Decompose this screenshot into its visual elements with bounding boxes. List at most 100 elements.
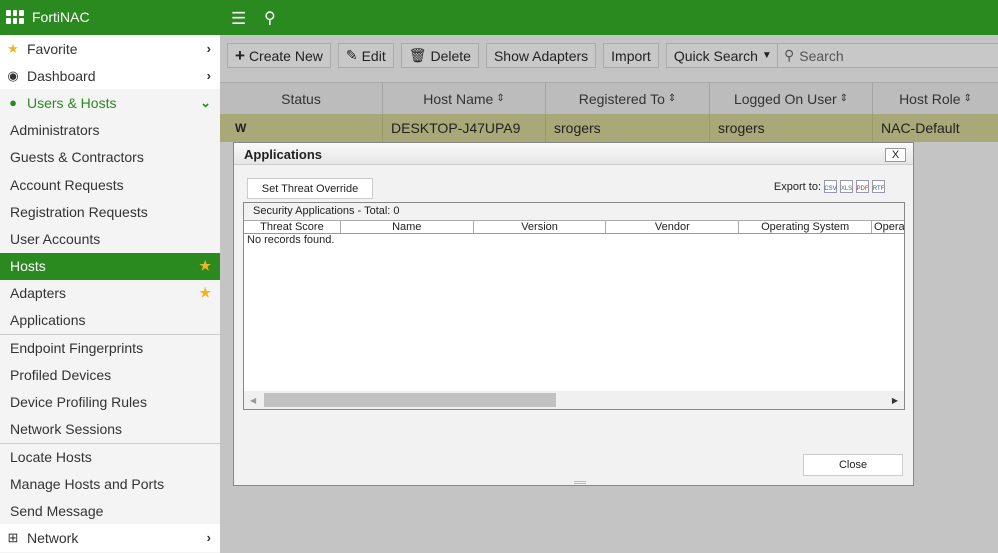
sidebar-item-label: Users & Hosts bbox=[27, 94, 117, 111]
top-bar: FortiNAC ☰ ⚲ bbox=[0, 0, 998, 35]
sidebar-item-network-sessions[interactable]: Network Sessions bbox=[0, 416, 220, 443]
column-vendor[interactable]: Vendor bbox=[606, 221, 740, 233]
cell-status: W bbox=[220, 114, 383, 142]
network-icon: ⊞ bbox=[7, 529, 19, 545]
export-bar: Export to: CSV XLS PDF RTF bbox=[774, 180, 885, 193]
column-operating-system[interactable]: Operating System bbox=[739, 221, 873, 233]
search-placeholder: Search bbox=[799, 47, 844, 64]
scroll-left-icon[interactable]: ◀ bbox=[250, 396, 256, 405]
sidebar-item-favorite[interactable]: ★ Favorite › bbox=[0, 35, 220, 63]
column-label: Registered To bbox=[578, 90, 665, 107]
search-icon[interactable]: ⚲ bbox=[264, 8, 276, 28]
create-new-button[interactable]: + Create New bbox=[227, 43, 331, 68]
sidebar-item-network[interactable]: ⊞ Network › bbox=[0, 524, 220, 552]
column-label: Host Role bbox=[899, 90, 961, 107]
star-icon: ★ bbox=[7, 40, 19, 56]
sidebar-item-users-hosts[interactable]: ● Users & Hosts ⌄ bbox=[0, 89, 220, 116]
sidebar-item-applications[interactable]: Applications bbox=[0, 307, 220, 334]
sidebar-item-profiled-devices[interactable]: Profiled Devices bbox=[0, 361, 220, 388]
toolbar: + Create New ✎ Edit 🗑 Delete Show Adapters … bbox=[227, 43, 780, 68]
pdf-export-icon[interactable]: PDF bbox=[856, 180, 869, 193]
user-icon: ● bbox=[9, 95, 17, 111]
button-label: Show Adapters bbox=[493, 47, 589, 64]
sidebar-item-label: Device Profiling Rules bbox=[10, 394, 147, 411]
import-button[interactable]: Import bbox=[603, 43, 659, 68]
sidebar-item-label: Adapters bbox=[10, 285, 67, 302]
export-label: Export to: bbox=[773, 180, 821, 193]
search-input[interactable]: ⚲ Search bbox=[777, 43, 998, 68]
sort-icon: ⇕ bbox=[839, 93, 849, 104]
sidebar-item-adapters[interactable]: Adapters ★ bbox=[0, 280, 220, 307]
sidebar-item-label: Applications bbox=[10, 312, 86, 329]
sidebar-item-account-requests[interactable]: Account Requests bbox=[0, 171, 220, 198]
sidebar-item-registration-requests[interactable]: Registration Requests bbox=[0, 198, 220, 225]
column-label: Logged On User bbox=[733, 90, 837, 107]
column-status[interactable]: Status bbox=[220, 83, 383, 114]
sidebar-item-send-message[interactable]: Send Message bbox=[0, 497, 220, 524]
sidebar-item-label: Network Sessions bbox=[10, 421, 123, 438]
quick-search-dropdown[interactable]: Quick Search ▼ bbox=[665, 43, 780, 68]
sidebar-item-locate-hosts[interactable]: Locate Hosts bbox=[0, 442, 220, 470]
star-icon[interactable]: ★ bbox=[199, 258, 211, 274]
column-registered-to[interactable]: Registered To ⇕ bbox=[546, 83, 710, 114]
table-row[interactable]: W DESKTOP-J47UPA9 srogers srogers NAC-De… bbox=[220, 114, 998, 142]
sidebar-item-endpoint-fingerprints[interactable]: Endpoint Fingerprints bbox=[0, 334, 220, 361]
dashboard-gauge-icon: ◉ bbox=[7, 67, 19, 83]
column-logged-on-user[interactable]: Logged On User ⇕ bbox=[710, 83, 873, 114]
show-adapters-button[interactable]: Show Adapters bbox=[485, 43, 597, 68]
sidebar-item-administrators[interactable]: Administrators bbox=[0, 117, 220, 144]
sidebar-item-label: Network bbox=[27, 529, 79, 546]
horizontal-scrollbar[interactable]: ◀ ▶ bbox=[244, 391, 904, 409]
sidebar-item-hosts[interactable]: Hosts ★ bbox=[0, 252, 220, 280]
cell-registered-to: srogers bbox=[546, 114, 710, 142]
plus-icon: + bbox=[235, 45, 245, 65]
sidebar-item-label: Account Requests bbox=[10, 176, 124, 193]
search-icon: ⚲ bbox=[784, 47, 795, 63]
edit-button[interactable]: ✎ Edit bbox=[337, 43, 394, 68]
csv-export-icon[interactable]: CSV bbox=[824, 180, 837, 193]
fortinet-logo-icon bbox=[6, 10, 24, 24]
resize-handle[interactable] bbox=[574, 481, 586, 484]
chevron-right-icon: › bbox=[206, 68, 211, 84]
column-host-name[interactable]: Host Name ⇕ bbox=[383, 83, 546, 114]
hamburger-menu-icon[interactable]: ☰ bbox=[231, 9, 246, 29]
sort-icon: ⇕ bbox=[963, 93, 972, 104]
sidebar-item-label: Administrators bbox=[10, 122, 100, 139]
set-threat-override-button[interactable]: Set Threat Override bbox=[247, 178, 373, 199]
sidebar-item-user-accounts[interactable]: User Accounts bbox=[0, 225, 220, 252]
sidebar-item-label: User Accounts bbox=[10, 230, 101, 247]
close-icon[interactable]: X bbox=[885, 148, 906, 162]
caret-down-icon: ▼ bbox=[761, 50, 772, 61]
close-button[interactable]: Close bbox=[803, 454, 903, 476]
column-version[interactable]: Version bbox=[474, 221, 607, 233]
column-label: Host Name bbox=[423, 90, 494, 107]
delete-button[interactable]: 🗑 Delete bbox=[400, 43, 479, 68]
column-name[interactable]: Name bbox=[341, 221, 474, 233]
sidebar-item-dashboard[interactable]: ◉ Dashboard › bbox=[0, 62, 220, 90]
xls-export-icon[interactable]: XLS bbox=[840, 180, 853, 193]
button-label: Delete bbox=[430, 47, 471, 64]
column-threat-score[interactable]: Threat Score bbox=[244, 221, 341, 233]
star-icon[interactable]: ★ bbox=[199, 285, 211, 301]
cell-host-role: NAC-Default bbox=[881, 120, 960, 136]
sidebar-item-guests-contractors[interactable]: Guests & Contractors bbox=[0, 144, 220, 171]
sidebar-item-label: Guests & Contractors bbox=[10, 149, 144, 166]
scrollbar-thumb[interactable] bbox=[264, 393, 556, 407]
sidebar-item-label: Favorite bbox=[27, 40, 78, 57]
sidebar-item-manage-hosts-ports[interactable]: Manage Hosts and Ports bbox=[0, 470, 220, 497]
table-header: Status Host Name ⇕ Registered To ⇕ Logged … bbox=[220, 82, 998, 114]
pencil-icon: ✎ bbox=[345, 47, 358, 63]
chevron-right-icon: › bbox=[206, 41, 211, 57]
button-label: Edit bbox=[361, 47, 386, 64]
app-title: FortiNAC bbox=[32, 9, 90, 25]
sort-icon: ⇕ bbox=[496, 93, 505, 104]
column-host-role[interactable]: Host Role ⇕ bbox=[873, 83, 998, 114]
sidebar-item-device-profiling-rules[interactable]: Device Profiling Rules bbox=[0, 388, 220, 415]
button-label: Import bbox=[611, 47, 651, 64]
sidebar-item-label: Hosts bbox=[10, 258, 46, 275]
sidebar-item-label: Dashboard bbox=[27, 67, 96, 84]
scroll-right-icon[interactable]: ▶ bbox=[892, 396, 898, 405]
rtf-export-icon[interactable]: RTF bbox=[872, 180, 885, 193]
button-label: Create New bbox=[248, 47, 323, 64]
column-truncated[interactable]: Opera bbox=[872, 221, 904, 233]
